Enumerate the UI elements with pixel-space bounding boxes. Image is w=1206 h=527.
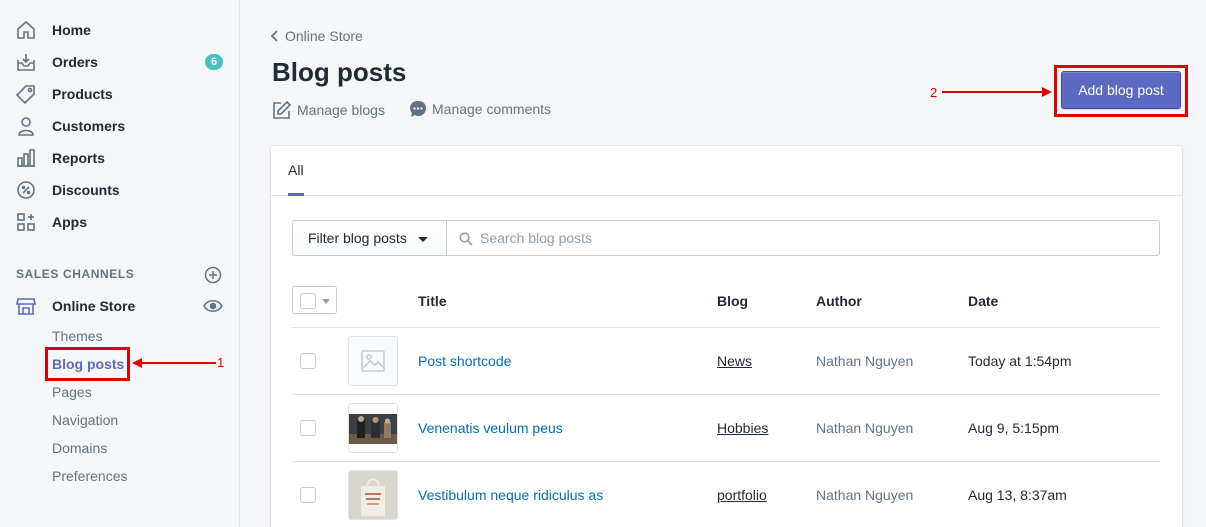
tag-icon xyxy=(15,85,35,105)
blog-posts-card: All Filter blog posts Title Blog Author … xyxy=(271,146,1182,527)
manage-comments-label: Manage comments xyxy=(432,101,552,117)
date: Aug 13, 8:37am xyxy=(968,487,1067,503)
nav-label: Products xyxy=(52,86,113,102)
blog-link[interactable]: portfolio xyxy=(717,487,767,503)
filter-label: Filter blog posts xyxy=(308,230,407,246)
search-input[interactable] xyxy=(480,222,1150,254)
blog-link[interactable]: Hobbies xyxy=(717,420,768,436)
author: Nathan Nguyen xyxy=(816,420,914,436)
table-row[interactable]: Venenatis veulum peus Hobbies Nathan Ngu… xyxy=(292,394,1160,461)
annotation-arrow-1 xyxy=(132,358,216,368)
post-title-link[interactable]: Vestibulum neque ridiculus as xyxy=(418,487,603,503)
add-blog-post-button[interactable]: Add blog post xyxy=(1061,71,1181,109)
sub-item-domains[interactable]: Domains xyxy=(52,440,107,456)
manage-comments-link[interactable]: Manage comments xyxy=(409,100,551,118)
nav-item-discounts[interactable]: Discounts xyxy=(0,176,239,204)
manage-blogs-link[interactable]: Manage blogs xyxy=(272,100,385,120)
nav-label: Customers xyxy=(52,118,126,134)
date: Aug 9, 5:15pm xyxy=(968,420,1060,436)
chevron-left-icon xyxy=(271,30,278,42)
discount-icon xyxy=(17,181,35,199)
nav-item-orders[interactable]: Orders 6 xyxy=(0,48,239,76)
tote-bag-photo-thumbnail xyxy=(348,470,398,520)
nav-label: Orders xyxy=(52,54,98,70)
search-field xyxy=(446,220,1160,256)
sub-item-preferences[interactable]: Preferences xyxy=(52,468,127,484)
add-sales-channel-icon[interactable] xyxy=(204,266,222,284)
row-checkbox[interactable] xyxy=(300,353,316,369)
active-tab-indicator xyxy=(288,193,304,196)
table-row[interactable]: Post shortcode News Nathan Nguyen Today … xyxy=(292,327,1160,394)
row-checkbox[interactable] xyxy=(300,420,316,436)
annotation-box-1 xyxy=(45,347,130,381)
home-icon xyxy=(17,20,35,39)
store-icon xyxy=(16,298,36,315)
column-header-blog[interactable]: Blog xyxy=(717,293,748,309)
breadcrumb-label: Online Store xyxy=(285,28,363,44)
nav-item-home[interactable]: Home xyxy=(0,16,239,44)
edit-icon xyxy=(273,100,292,119)
annotation-arrow-2 xyxy=(942,87,1052,97)
person-icon xyxy=(18,117,34,136)
orders-icon xyxy=(17,54,35,71)
apps-icon xyxy=(17,213,35,231)
tab-all[interactable]: All xyxy=(288,146,304,196)
people-photo-thumbnail xyxy=(348,403,398,453)
post-title-link[interactable]: Venenatis veulum peus xyxy=(418,420,563,436)
author: Nathan Nguyen xyxy=(816,353,914,369)
annotation-number-2: 2 xyxy=(930,85,938,100)
chart-icon xyxy=(17,149,35,167)
column-header-date[interactable]: Date xyxy=(968,293,998,309)
date: Today at 1:54pm xyxy=(968,353,1072,369)
author: Nathan Nguyen xyxy=(816,487,914,503)
caret-down-icon xyxy=(418,237,428,242)
search-icon xyxy=(459,232,473,246)
sub-item-navigation[interactable]: Navigation xyxy=(52,412,118,428)
comment-icon xyxy=(410,101,426,117)
caret-down-icon xyxy=(322,299,330,304)
annotation-number-1: 1 xyxy=(217,355,225,370)
nav-label: Reports xyxy=(52,150,105,166)
post-title-link[interactable]: Post shortcode xyxy=(418,353,511,369)
sidebar: Home Orders 6 Products Customers Reports… xyxy=(0,0,240,527)
placeholder-image-icon xyxy=(348,336,398,386)
sub-item-themes[interactable]: Themes xyxy=(52,328,103,344)
eye-icon[interactable] xyxy=(203,298,223,314)
tabs: All xyxy=(271,146,1182,196)
table-row[interactable]: Vestibulum neque ridiculus as portfolio … xyxy=(292,461,1160,527)
select-all-checkbox[interactable] xyxy=(292,286,337,314)
filter-blog-posts-button[interactable]: Filter blog posts xyxy=(292,220,447,256)
row-checkbox[interactable] xyxy=(300,487,316,503)
nav-label: Apps xyxy=(52,214,87,230)
nav-label: Discounts xyxy=(52,182,120,198)
column-header-author[interactable]: Author xyxy=(816,293,862,309)
nav-item-customers[interactable]: Customers xyxy=(0,112,239,140)
sub-item-pages[interactable]: Pages xyxy=(52,384,92,400)
nav-item-reports[interactable]: Reports xyxy=(0,144,239,172)
blog-link[interactable]: News xyxy=(717,353,752,369)
sales-channels-heading: SALES CHANNELS xyxy=(16,267,135,281)
nav-item-apps[interactable]: Apps xyxy=(0,208,239,236)
nav-label: Online Store xyxy=(52,298,136,314)
checkbox xyxy=(300,293,316,309)
manage-blogs-label: Manage blogs xyxy=(297,102,385,118)
orders-count-badge: 6 xyxy=(205,54,223,70)
nav-item-products[interactable]: Products xyxy=(0,80,239,108)
nav-label: Home xyxy=(52,22,91,38)
page-title: Blog posts xyxy=(272,57,407,87)
breadcrumb[interactable]: Online Store xyxy=(271,28,363,44)
column-header-title[interactable]: Title xyxy=(418,293,447,309)
